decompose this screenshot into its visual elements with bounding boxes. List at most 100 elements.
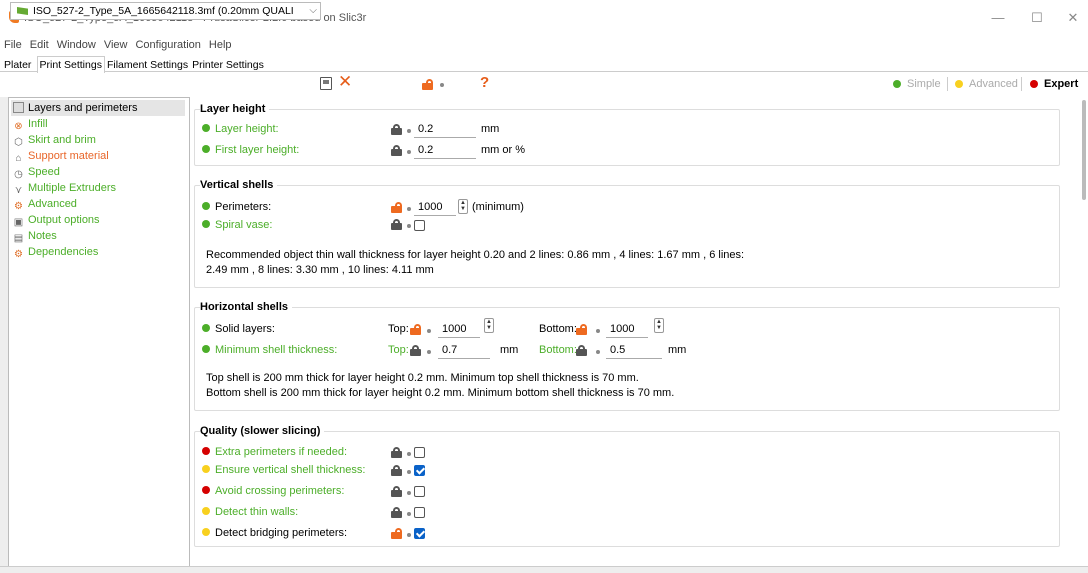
lock-icon[interactable]: [410, 345, 421, 356]
menu-window[interactable]: Window: [57, 36, 96, 54]
sidebar-item-dependencies[interactable]: ⚙ Dependencies: [13, 244, 98, 260]
first-layer-height-input[interactable]: [414, 141, 476, 159]
status-dot-icon: [407, 452, 411, 456]
mode-expert[interactable]: Expert: [1030, 76, 1078, 92]
label-text: Detect thin walls:: [215, 506, 299, 518]
lock-icon[interactable]: [391, 507, 402, 518]
flag-icon: [17, 7, 28, 15]
group-title: Quality (slower slicing): [200, 425, 325, 437]
sidebar-item-advanced[interactable]: ⚙ Advanced: [13, 196, 77, 212]
preset-combobox[interactable]: ISO_527-2_Type_5A_1665642118.3mf (0.20mm…: [10, 2, 321, 20]
thin-wall-note-line1: Recommended object thin wall thickness f…: [206, 249, 745, 261]
sidebar-item-notes[interactable]: ▤ Notes: [13, 228, 57, 244]
perimeters-label: Perimeters:: [202, 198, 271, 216]
perimeters-stepper[interactable]: ▲ ▼: [458, 199, 468, 214]
mode-expert-label: Expert: [1044, 78, 1079, 90]
delete-preset-icon[interactable]: ✕: [338, 73, 352, 91]
min-top-thickness-input[interactable]: [438, 341, 490, 359]
perimeters-input[interactable]: [414, 198, 456, 216]
support-icon: ⌂: [15, 153, 22, 164]
mode-advanced-label: Advanced: [969, 78, 1018, 90]
layer-height-input[interactable]: [414, 120, 476, 138]
lock-icon[interactable]: [391, 145, 402, 156]
bottom-solid-layers-input[interactable]: [606, 320, 648, 338]
question-icon[interactable]: ?: [480, 74, 489, 91]
label-text: Ensure vertical shell thickness:: [215, 464, 366, 476]
label-text: Spiral vase:: [215, 219, 273, 231]
green-dot-icon: [202, 145, 210, 153]
lock-icon[interactable]: [391, 124, 402, 135]
min-bottom-thickness-input[interactable]: [606, 341, 662, 359]
ensure-vertical-shell-checkbox[interactable]: [414, 465, 425, 476]
min-top-label: Top:: [388, 344, 409, 356]
top-solid-layers-input[interactable]: [438, 320, 480, 338]
sidebar-item-skirt[interactable]: ⬡ Skirt and brim: [13, 132, 96, 148]
tab-printer-settings[interactable]: Printer Settings: [190, 57, 266, 73]
sidebar-label: Infill: [28, 118, 48, 130]
red-dot-icon: [202, 486, 210, 494]
menu-help[interactable]: Help: [209, 36, 232, 54]
yellow-dot-icon: [202, 507, 210, 515]
sidebar-item-infill[interactable]: ⊗ Infill: [13, 116, 48, 132]
sidebar-item-layers[interactable]: Layers and perimeters: [11, 100, 185, 116]
save-preset-icon[interactable]: [320, 77, 332, 90]
lock-icon[interactable]: [391, 447, 402, 458]
menu-edit[interactable]: Edit: [30, 36, 49, 54]
unit-label: mm: [500, 344, 519, 356]
menu-file[interactable]: File: [4, 36, 22, 54]
spiral-vase-checkbox[interactable]: [414, 220, 425, 231]
close-button[interactable]: ✕: [1060, 8, 1086, 28]
menu-view[interactable]: View: [104, 36, 128, 54]
mode-advanced[interactable]: Advanced: [955, 76, 1018, 92]
unit-label: (minimum): [472, 201, 524, 213]
maximize-button[interactable]: ☐: [1024, 8, 1050, 28]
sidebar-item-speed[interactable]: ◷ Speed: [13, 164, 60, 180]
extra-perimeters-label: Extra perimeters if needed:: [202, 443, 347, 461]
sidebar-item-extruders[interactable]: ⋎ Multiple Extruders: [13, 180, 116, 196]
label-text: Extra perimeters if needed:: [215, 446, 348, 458]
unlock-icon[interactable]: [576, 324, 587, 335]
min-bottom-label: Bottom:: [539, 344, 577, 356]
layer-height-label: Layer height:: [202, 120, 279, 138]
top-solid-layers-stepper[interactable]: ▲ ▼: [484, 318, 494, 333]
sidebar-item-support[interactable]: ⌂ Support material: [13, 148, 109, 164]
lock-icon[interactable]: [391, 219, 402, 230]
skirt-icon: ⬡: [14, 137, 23, 148]
detect-bridging-checkbox[interactable]: [414, 528, 425, 539]
mode-simple[interactable]: Simple: [893, 76, 941, 92]
lock-icon[interactable]: [576, 345, 587, 356]
lock-icon[interactable]: [391, 486, 402, 497]
unlock-icon[interactable]: [391, 202, 402, 213]
sidebar-label: Support material: [28, 150, 109, 162]
left-edge: [0, 97, 8, 567]
detect-bridging-label: Detect bridging perimeters:: [202, 524, 347, 542]
sidebar-item-output[interactable]: ▣ Output options: [13, 212, 100, 228]
status-dot-icon: [407, 150, 411, 154]
shell-note-line1: Top shell is 200 mm thick for layer heig…: [206, 372, 639, 384]
group-title: Horizontal shells: [200, 301, 293, 313]
scrollbar[interactable]: [1082, 100, 1086, 200]
tab-filament-settings[interactable]: Filament Settings: [105, 57, 190, 73]
extra-perimeters-checkbox[interactable]: [414, 447, 425, 458]
green-dot-icon: [202, 124, 210, 132]
unlock-icon[interactable]: [410, 324, 421, 335]
menu-configuration[interactable]: Configuration: [135, 36, 200, 54]
yellow-dot-icon: [202, 465, 210, 473]
sidebar-label: Advanced: [28, 198, 77, 210]
tab-plater[interactable]: Plater: [2, 57, 33, 73]
tab-print-settings[interactable]: Print Settings: [36, 56, 105, 73]
unlock-icon[interactable]: [422, 79, 433, 90]
minimize-button[interactable]: —: [985, 8, 1011, 28]
group-layer-height: [194, 109, 1060, 166]
spiral-vase-label: Spiral vase:: [202, 216, 272, 234]
green-dot-icon: [202, 345, 210, 353]
lock-icon[interactable]: [391, 465, 402, 476]
unlock-icon[interactable]: [391, 528, 402, 539]
extruders-icon: ⋎: [14, 185, 23, 196]
detect-thin-walls-checkbox[interactable]: [414, 507, 425, 518]
avoid-crossing-checkbox[interactable]: [414, 486, 425, 497]
bottom-solid-layers-stepper[interactable]: ▲ ▼: [654, 318, 664, 333]
main-tabs: Plater Print Settings Filament Settings Pr…: [0, 56, 1088, 73]
label-text: Solid layers:: [215, 323, 275, 335]
unit-label: mm: [668, 344, 687, 356]
